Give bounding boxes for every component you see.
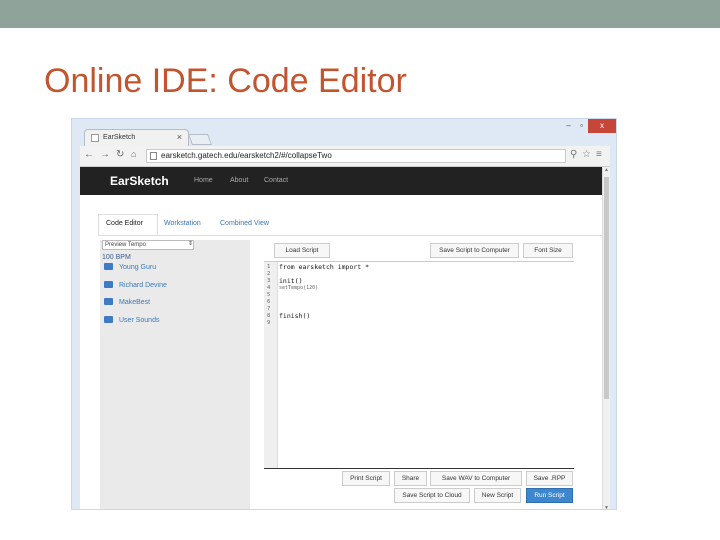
folder-label: MakeBest xyxy=(119,299,151,306)
new-script-button[interactable]: New Script xyxy=(474,488,521,503)
save-to-cloud-button[interactable]: Save Script to Cloud xyxy=(394,488,470,503)
folder-icon xyxy=(104,281,113,288)
url-text: earsketch.gatech.edu/earsketch2/#/collap… xyxy=(161,151,332,160)
folder-label: Richard Devine xyxy=(119,282,167,289)
code-line: init() xyxy=(279,277,303,285)
slide-title: Online IDE: Code Editor xyxy=(44,62,407,100)
home-icon[interactable]: ⌂ xyxy=(131,149,136,159)
tempo-select[interactable]: Preview Tempo xyxy=(102,240,194,250)
nav-contact[interactable]: Contact xyxy=(264,177,288,184)
tab-workstation[interactable]: Workstation xyxy=(164,220,201,227)
line-number: 2 xyxy=(267,271,271,277)
line-number: 4 xyxy=(267,285,271,291)
sound-browser-panel: Preview Tempo ⇕ 100 BPM Young Guru Richa… xyxy=(100,240,250,509)
line-number: 8 xyxy=(267,313,271,319)
folder-user-sounds[interactable]: User Sounds xyxy=(104,316,159,324)
brand-logo[interactable]: EarSketch xyxy=(110,174,169,188)
browser-screenshot: EarSketch × – ▫ x ← → ↻ ⌂ earsketch.gate… xyxy=(71,118,617,510)
code-line: finish() xyxy=(279,312,311,320)
tab-combined-view[interactable]: Combined View xyxy=(220,220,269,227)
scroll-up-icon[interactable]: ▲ xyxy=(603,167,610,173)
share-button[interactable]: Share xyxy=(394,471,427,486)
line-number: 5 xyxy=(267,292,271,298)
line-number: 7 xyxy=(267,306,271,312)
maximize-button[interactable]: ▫ xyxy=(575,119,588,133)
line-number: 3 xyxy=(267,278,271,284)
tab-code-editor[interactable]: Code Editor xyxy=(106,220,143,227)
tab-title: EarSketch xyxy=(103,134,136,141)
address-bar[interactable]: earsketch.gatech.edu/earsketch2/#/collap… xyxy=(146,149,566,163)
folder-makebest[interactable]: MakeBest xyxy=(104,298,150,306)
folder-icon xyxy=(104,316,113,323)
code-line: from earsketch import * xyxy=(279,263,370,271)
folder-young-guru[interactable]: Young Guru xyxy=(104,263,156,271)
code-editor[interactable]: 1 2 3 4 5 6 7 8 9 from earsketch import … xyxy=(264,261,574,469)
page-scrollbar[interactable]: ▲ ▼ xyxy=(602,167,610,509)
folder-richard-devine[interactable]: Richard Devine xyxy=(104,281,167,289)
folder-icon xyxy=(104,298,113,305)
menu-icon[interactable]: ≡ xyxy=(596,149,602,160)
tempo-dropdown-icon[interactable]: ⇕ xyxy=(188,240,194,250)
nav-about[interactable]: About xyxy=(230,177,248,184)
slide-top-bar xyxy=(0,0,720,28)
page-icon xyxy=(91,134,99,142)
close-window-button[interactable]: x xyxy=(588,119,616,133)
load-script-button[interactable]: Load Script xyxy=(274,243,330,258)
code-line: setTempo(120) xyxy=(279,285,319,291)
line-number: 1 xyxy=(267,264,271,270)
line-number: 6 xyxy=(267,299,271,305)
folder-label: Young Guru xyxy=(119,264,157,271)
folder-label: User Sounds xyxy=(119,317,160,324)
browser-toolbar: ← → ↻ ⌂ earsketch.gatech.edu/earsketch2/… xyxy=(80,146,610,167)
window-controls: – ▫ x xyxy=(562,119,616,133)
back-arrow-icon[interactable]: ← xyxy=(84,149,94,160)
save-rpp-button[interactable]: Save .RPP xyxy=(526,471,573,486)
print-script-button[interactable]: Print Script xyxy=(342,471,390,486)
reload-icon[interactable]: ↻ xyxy=(116,149,124,160)
top-navbar: EarSketch Home About Contact xyxy=(80,167,602,195)
zoom-icon[interactable]: ⚲ xyxy=(570,149,577,160)
star-icon[interactable]: ☆ xyxy=(582,149,591,160)
save-to-computer-button[interactable]: Save Script to Computer xyxy=(430,243,519,258)
earsketch-app: EarSketch Home About Contact Code Editor… xyxy=(80,167,602,509)
folder-icon xyxy=(104,263,113,270)
run-script-button[interactable]: Run Script xyxy=(526,488,573,503)
scroll-down-icon[interactable]: ▼ xyxy=(603,505,610,509)
nav-home[interactable]: Home xyxy=(194,177,213,184)
browser-tab[interactable]: EarSketch × xyxy=(84,129,189,146)
tab-close-icon[interactable]: × xyxy=(177,132,182,142)
forward-arrow-icon[interactable]: → xyxy=(100,149,110,160)
page-icon xyxy=(150,152,157,160)
font-size-button[interactable]: Font Size xyxy=(523,243,573,258)
scrollbar-thumb[interactable] xyxy=(604,177,609,399)
new-tab-button[interactable] xyxy=(187,134,213,145)
tab-divider xyxy=(98,235,602,236)
minimize-button[interactable]: – xyxy=(562,119,575,133)
line-number: 9 xyxy=(267,320,271,326)
bpm-label: 100 BPM xyxy=(102,254,131,261)
save-wav-button[interactable]: Save WAV to Computer xyxy=(430,471,522,486)
